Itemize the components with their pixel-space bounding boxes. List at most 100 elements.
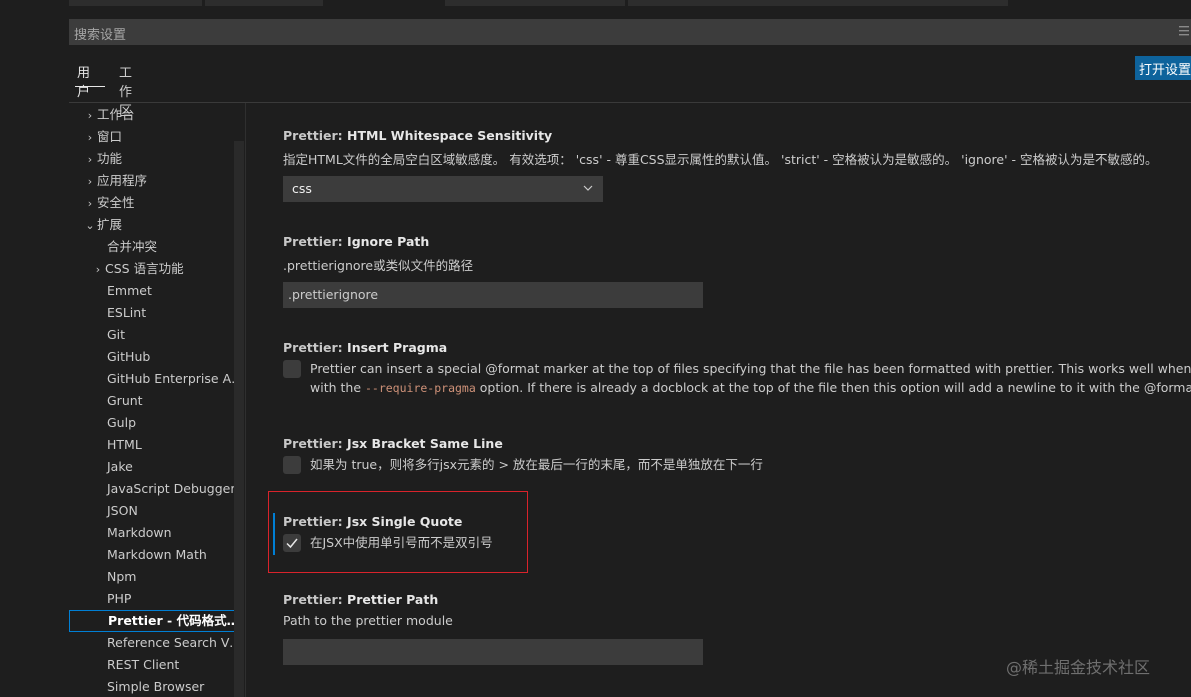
- setting-name: Insert Pragma: [347, 340, 448, 355]
- toc-item-label: Markdown: [107, 525, 172, 540]
- toc-item-label: JavaScript Debugger: [107, 481, 236, 496]
- search-placeholder: 搜索设置: [74, 28, 127, 43]
- toc-item[interactable]: Git: [69, 324, 244, 346]
- setting-title-jsx-single-quote: Prettier: Jsx Single Quote: [283, 514, 462, 529]
- active-tab-indicator: [75, 86, 105, 87]
- toc-item[interactable]: › 窗口: [69, 126, 244, 148]
- jsx-bracket-same-line-checkbox[interactable]: [283, 456, 301, 474]
- toc-scrollbar[interactable]: [234, 141, 244, 697]
- toc-item-label: 应用程序: [97, 173, 148, 188]
- chevron-down-icon: ⌄: [85, 219, 95, 232]
- toc-item-label: Reference Search View: [107, 635, 244, 650]
- toc-item-label: Jake: [107, 459, 133, 474]
- open-settings-json-button[interactable]: 打开设置: [1135, 56, 1191, 80]
- setting-title-jsx-bracket: Prettier: Jsx Bracket Same Line: [283, 436, 503, 451]
- setting-category: Prettier:: [283, 592, 348, 607]
- toc-item[interactable]: GitHub Enterprise Aut...: [69, 368, 244, 390]
- toc-item[interactable]: 合并冲突: [69, 236, 244, 258]
- toc-item[interactable]: Markdown Math: [69, 544, 244, 566]
- toc-item-label: ESLint: [107, 305, 147, 320]
- chevron-down-icon: [583, 185, 593, 191]
- toc-item[interactable]: Reference Search View: [69, 632, 244, 654]
- toc-item-label: 工作台: [97, 107, 135, 122]
- setting-name: Prettier Path: [347, 592, 439, 607]
- toc-item[interactable]: › 安全性: [69, 192, 244, 214]
- toc-item-label: PHP: [107, 591, 132, 606]
- focused-setting-indicator: [273, 513, 275, 555]
- jsx-single-quote-checkbox[interactable]: [283, 534, 301, 552]
- prettier-path-input[interactable]: [283, 639, 703, 665]
- toc-item[interactable]: Jake: [69, 456, 244, 478]
- toc-item-label: 扩展: [97, 217, 123, 232]
- chevron-right-icon: ›: [87, 153, 93, 166]
- setting-title-insert-pragma: Prettier: Insert Pragma: [283, 340, 447, 355]
- toc-item[interactable]: REST Client: [69, 654, 244, 676]
- checkmark-icon: [286, 538, 298, 549]
- toc-item-label: 安全性: [97, 195, 135, 210]
- chevron-right-icon: ›: [87, 131, 93, 144]
- toc-item-label: CSS 语言功能: [105, 261, 184, 276]
- setting-category: Prettier:: [283, 514, 348, 529]
- search-settings-input[interactable]: 搜索设置: [69, 19, 1191, 45]
- toc-item-label: Markdown Math: [107, 547, 207, 562]
- editor-tab[interactable]: [628, 0, 1008, 6]
- select-value: css: [292, 181, 312, 196]
- ignore-path-input[interactable]: .prettierignore: [283, 282, 703, 308]
- toc-item[interactable]: HTML: [69, 434, 244, 456]
- top-tab-strip: [0, 0, 1191, 6]
- setting-category: Prettier:: [283, 436, 348, 451]
- toc-item[interactable]: › 应用程序: [69, 170, 244, 192]
- setting-name: Ignore Path: [347, 234, 430, 249]
- inline-code: --require-pragma: [364, 381, 476, 395]
- setting-description: .prettierignore或类似文件的路径: [283, 258, 474, 273]
- toc-item[interactable]: JavaScript Debugger: [69, 478, 244, 500]
- toc-item-label: GitHub Enterprise Aut...: [107, 371, 244, 386]
- insert-pragma-checkbox[interactable]: [283, 360, 301, 378]
- toc-item-label: Simple Browser: [107, 679, 205, 694]
- setting-title-ignore-path: Prettier: Ignore Path: [283, 234, 429, 249]
- toc-item[interactable]: Simple Browser: [69, 676, 244, 697]
- toc-item-label: REST Client: [107, 657, 180, 672]
- toc-item[interactable]: JSON: [69, 500, 244, 522]
- toc-item-label: Gulp: [107, 415, 137, 430]
- filter-icon[interactable]: [1179, 25, 1189, 37]
- toc-item-label: Git: [107, 327, 126, 342]
- activity-bar: [0, 0, 69, 697]
- toc-item[interactable]: ESLint: [69, 302, 244, 324]
- toc-item[interactable]: › CSS 语言功能: [69, 258, 244, 280]
- toc-item[interactable]: Emmet: [69, 280, 244, 302]
- toc-item[interactable]: › 功能: [69, 148, 244, 170]
- setting-name: HTML Whitespace Sensitivity: [347, 128, 553, 143]
- toc-item-label: 窗口: [97, 129, 123, 144]
- editor-tab[interactable]: [205, 0, 323, 6]
- toc-item[interactable]: PHP: [69, 588, 244, 610]
- setting-category: Prettier:: [283, 128, 348, 143]
- toc-item[interactable]: Grunt: [69, 390, 244, 412]
- toc-item[interactable]: ⌄ 扩展: [69, 214, 244, 236]
- setting-title-html-whitespace: Prettier: HTML Whitespace Sensitivity: [283, 128, 552, 143]
- toc-item[interactable]: Markdown: [69, 522, 244, 544]
- setting-description: Path to the prettier module: [283, 613, 453, 628]
- tab-user[interactable]: 用户: [77, 62, 90, 100]
- toc-item[interactable]: GitHub: [69, 346, 244, 368]
- toc-item-label: Emmet: [107, 283, 152, 298]
- setting-description: Prettier can insert a special @format ma…: [310, 359, 1191, 398]
- setting-category: Prettier:: [283, 340, 348, 355]
- toc-item[interactable]: › 工作台: [69, 104, 244, 126]
- toc-item-label: Prettier - 代码格式化...: [108, 613, 244, 628]
- toc-item[interactable]: Prettier - 代码格式化...: [69, 610, 244, 632]
- setting-description: 如果为 true，则将多行jsx元素的 > 放在最后一行的末尾，而不是单独放在下…: [310, 457, 763, 472]
- toc-item-label: Npm: [107, 569, 137, 584]
- toc-item[interactable]: Npm: [69, 566, 244, 588]
- toc-item-label: JSON: [107, 503, 138, 518]
- description-text: option. If there is already a docblock a…: [475, 380, 1191, 395]
- chevron-right-icon: ›: [87, 197, 93, 210]
- setting-title-prettier-path: Prettier: Prettier Path: [283, 592, 438, 607]
- toc-item[interactable]: Gulp: [69, 412, 244, 434]
- html-whitespace-select[interactable]: css: [283, 176, 603, 202]
- editor-tab[interactable]: [445, 0, 625, 6]
- toc-item-label: 功能: [97, 151, 123, 166]
- watermark: @稀土掘金技术社区: [1006, 658, 1151, 677]
- toc-item-label: GitHub: [107, 349, 151, 364]
- setting-name: Jsx Bracket Same Line: [347, 436, 503, 451]
